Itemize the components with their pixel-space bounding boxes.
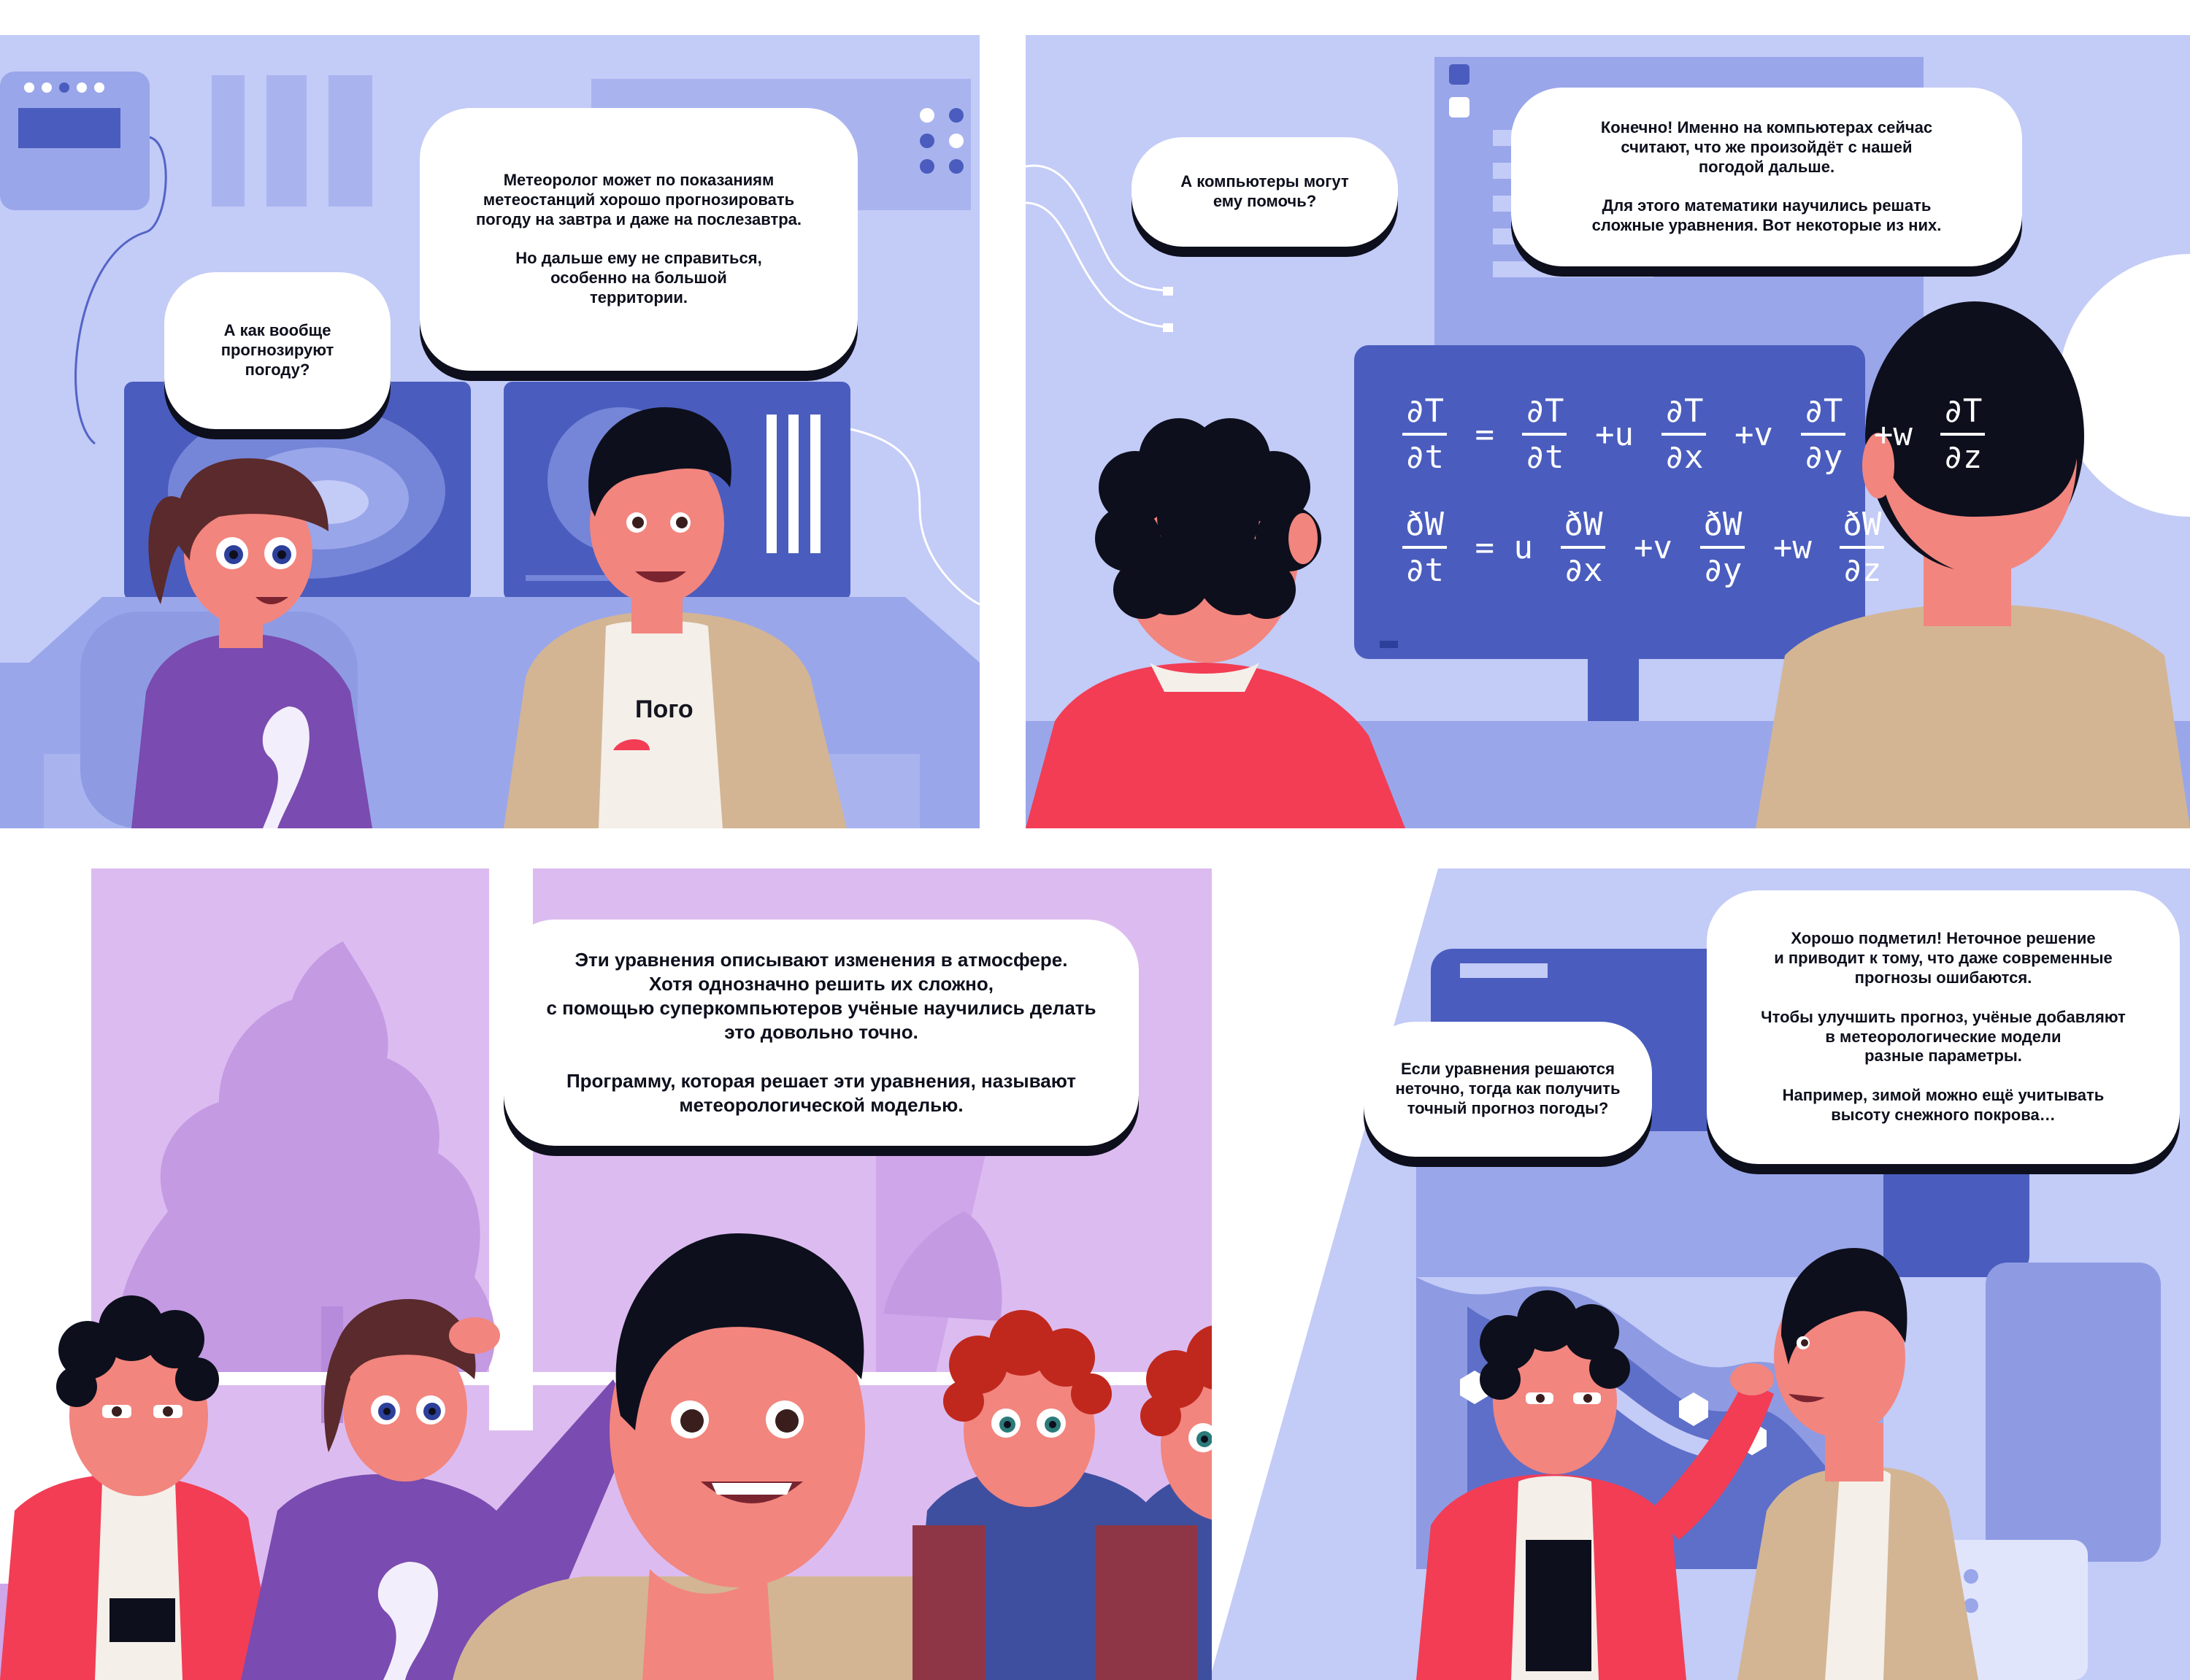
meteorologist-speech-text: Метеоролог может по показаниям метеостан… — [475, 171, 802, 307]
equation-1-term: ∂T ∂y — [1801, 393, 1846, 476]
meteorologist-speech-bubble-4: Хорошо подметил! Неточное решение и прив… — [1707, 890, 2180, 1164]
equation-2-term: ðW ∂y — [1700, 506, 1745, 589]
equation-2-lhs: ðW ∂t — [1402, 506, 1447, 589]
boy-speech-text: А компьютеры могут ему помочь? — [1180, 172, 1349, 210]
boy-speech-bubble: А компьютеры могут ему помочь? — [1132, 137, 1398, 247]
shirt-logo-text: Пого — [635, 695, 694, 723]
comic-panel-2: ∂T ∂t = ∂T ∂t +u ∂T ∂x +v ∂T ∂y +w ∂T ∂z ðW ∂t… — [1026, 35, 2190, 828]
boy-speech-text-4: Если уравнения решаются неточно, тогда к… — [1395, 1060, 1621, 1117]
girl-speech-text: А как вообще прогнозируют погоду? — [220, 321, 334, 379]
equation-vertical-velocity: ðW ∂t = u ðW ∂x +v ðW ∂y +w ðW ∂z — [1398, 506, 1889, 589]
girl-speech-bubble: А как вообще прогнозируют погоду? — [164, 272, 391, 429]
equation-temperature: ∂T ∂t = ∂T ∂t +u ∂T ∂x +v ∂T ∂y +w ∂T ∂z — [1398, 393, 1989, 476]
equation-2-term: ðW ∂z — [1840, 506, 1885, 589]
equation-1-term: ∂T ∂t — [1522, 393, 1567, 476]
comic-panel-1: Пого А как вообще прогнозируют погоду? М… — [0, 35, 980, 828]
meteorologist-speech-text-2: Конечно! Именно на компьютерах сейчас сч… — [1591, 118, 1942, 235]
equation-2-term: ðW ∂x — [1561, 506, 1606, 589]
equation-1-term: ∂T ∂x — [1661, 393, 1707, 476]
equation-1-lhs: ∂T ∂t — [1402, 393, 1447, 476]
meteorologist-speech-text-3: Эти уравнения описывают изменения в атмо… — [546, 948, 1096, 1117]
comic-panel-3: Эти уравнения описывают изменения в атмо… — [0, 868, 1394, 1680]
equation-1-term: ∂T ∂z — [1940, 393, 1986, 476]
meteorologist-speech-bubble: Метеоролог может по показаниям метеостан… — [420, 108, 858, 371]
boy-speech-bubble-4: Если уравнения решаются неточно, тогда к… — [1364, 1022, 1652, 1157]
meteorologist-speech-bubble-3: Эти уравнения описывают изменения в атмо… — [504, 920, 1139, 1146]
comic-panel-4: Если уравнения решаются неточно, тогда к… — [1212, 868, 2190, 1680]
meteorologist-speech-text-4: Хорошо подметил! Неточное решение и прив… — [1761, 929, 2126, 1124]
meteorologist-speech-bubble-2: Конечно! Именно на компьютерах сейчас сч… — [1511, 88, 2022, 266]
